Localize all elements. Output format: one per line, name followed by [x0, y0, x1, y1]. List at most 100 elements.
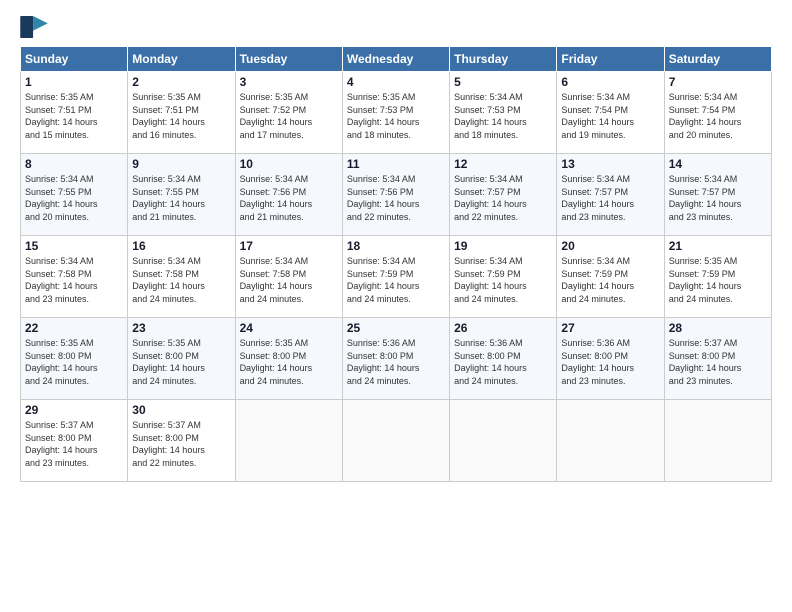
calendar-cell: 11 Sunrise: 5:34 AM Sunset: 7:56 PM Dayli…: [342, 154, 449, 236]
day-info: Sunrise: 5:35 AM Sunset: 7:59 PM Dayligh…: [669, 255, 767, 305]
calendar-cell: 18Sunrise: 5:34 AM Sunset: 7:59 PM Dayli…: [342, 236, 449, 318]
day-info: Sunrise: 5:34 AM Sunset: 7:59 PM Dayligh…: [561, 255, 659, 305]
day-info: Sunrise: 5:37 AM Sunset: 8:00 PM Dayligh…: [25, 419, 123, 469]
calendar-cell: 15 Sunrise: 5:34 AM Sunset: 7:58 PM Dayli…: [21, 236, 128, 318]
day-info: Sunrise: 5:35 AM Sunset: 8:00 PM Dayligh…: [240, 337, 338, 387]
day-info: Sunrise: 5:34 AM Sunset: 7:59 PM Dayligh…: [454, 255, 552, 305]
day-number: 21: [669, 239, 767, 253]
logo: [20, 16, 50, 38]
calendar-cell: [557, 400, 664, 482]
day-header-saturday: Saturday: [664, 47, 771, 72]
day-number: 26: [454, 321, 552, 335]
calendar-cell: 13 Sunrise: 5:34 AM Sunset: 7:57 PM Dayli…: [557, 154, 664, 236]
day-info: Sunrise: 5:36 AM Sunset: 8:00 PM Dayligh…: [347, 337, 445, 387]
day-info: Sunrise: 5:34 AM Sunset: 7:58 PM Dayligh…: [25, 255, 123, 305]
day-header-friday: Friday: [557, 47, 664, 72]
day-number: 9: [132, 157, 230, 171]
calendar-cell: 30 Sunrise: 5:37 AM Sunset: 8:00 PM Dayli…: [128, 400, 235, 482]
day-info: Sunrise: 5:37 AM Sunset: 8:00 PM Dayligh…: [132, 419, 230, 469]
calendar-cell: [342, 400, 449, 482]
day-number: 23: [132, 321, 230, 335]
day-number: 12: [454, 157, 552, 171]
calendar-cell: 19 Sunrise: 5:34 AM Sunset: 7:59 PM Dayli…: [450, 236, 557, 318]
day-header-thursday: Thursday: [450, 47, 557, 72]
day-info: Sunrise: 5:34 AM Sunset: 7:57 PM Dayligh…: [454, 173, 552, 223]
calendar-cell: 4 Sunrise: 5:35 AM Sunset: 7:53 PM Daylig…: [342, 72, 449, 154]
page: SundayMondayTuesdayWednesdayThursdayFrid…: [0, 0, 792, 612]
day-info: Sunrise: 5:35 AM Sunset: 8:00 PM Dayligh…: [25, 337, 123, 387]
day-number: 2: [132, 75, 230, 89]
day-number: 13: [561, 157, 659, 171]
day-info: Sunrise: 5:34 AM Sunset: 7:55 PM Dayligh…: [132, 173, 230, 223]
calendar-cell: [235, 400, 342, 482]
calendar-cell: 24 Sunrise: 5:35 AM Sunset: 8:00 PM Dayli…: [235, 318, 342, 400]
day-number: 4: [347, 75, 445, 89]
day-info: Sunrise: 5:36 AM Sunset: 8:00 PM Dayligh…: [454, 337, 552, 387]
day-number: 24: [240, 321, 338, 335]
calendar-cell: [450, 400, 557, 482]
calendar-week-2: 8 Sunrise: 5:34 AM Sunset: 7:55 PM Daylig…: [21, 154, 772, 236]
calendar-cell: 16Sunrise: 5:34 AM Sunset: 7:58 PM Dayli…: [128, 236, 235, 318]
calendar-cell: 14 Sunrise: 5:34 AM Sunset: 7:57 PM Dayli…: [664, 154, 771, 236]
calendar-cell: 2 Sunrise: 5:35 AM Sunset: 7:51 PM Daylig…: [128, 72, 235, 154]
day-number: 30: [132, 403, 230, 417]
calendar-cell: 6 Sunrise: 5:34 AM Sunset: 7:54 PM Daylig…: [557, 72, 664, 154]
calendar-cell: 7 Sunrise: 5:34 AM Sunset: 7:54 PM Daylig…: [664, 72, 771, 154]
day-number: 19: [454, 239, 552, 253]
day-number: 28: [669, 321, 767, 335]
day-number: 20: [561, 239, 659, 253]
day-info: Sunrise: 5:34 AM Sunset: 7:55 PM Dayligh…: [25, 173, 123, 223]
day-header-monday: Monday: [128, 47, 235, 72]
day-info: Sunrise: 5:34 AM Sunset: 7:57 PM Dayligh…: [669, 173, 767, 223]
day-info: Sunrise: 5:35 AM Sunset: 7:51 PM Dayligh…: [25, 91, 123, 141]
calendar-cell: 21 Sunrise: 5:35 AM Sunset: 7:59 PM Dayli…: [664, 236, 771, 318]
day-number: 7: [669, 75, 767, 89]
day-info: Sunrise: 5:34 AM Sunset: 7:58 PM Dayligh…: [240, 255, 338, 305]
day-info: Sunrise: 5:34 AM Sunset: 7:54 PM Dayligh…: [561, 91, 659, 141]
day-header-sunday: Sunday: [21, 47, 128, 72]
calendar-cell: 28 Sunrise: 5:37 AM Sunset: 8:00 PM Dayli…: [664, 318, 771, 400]
calendar-cell: 25 Sunrise: 5:36 AM Sunset: 8:00 PM Dayli…: [342, 318, 449, 400]
calendar-cell: 1 Sunrise: 5:35 AM Sunset: 7:51 PM Daylig…: [21, 72, 128, 154]
day-number: 17: [240, 239, 338, 253]
day-info: Sunrise: 5:34 AM Sunset: 7:56 PM Dayligh…: [347, 173, 445, 223]
day-number: 1: [25, 75, 123, 89]
calendar-cell: 29 Sunrise: 5:37 AM Sunset: 8:00 PM Dayli…: [21, 400, 128, 482]
calendar: SundayMondayTuesdayWednesdayThursdayFrid…: [20, 46, 772, 482]
calendar-cell: 27 Sunrise: 5:36 AM Sunset: 8:00 PM Dayli…: [557, 318, 664, 400]
day-number: 11: [347, 157, 445, 171]
day-number: 5: [454, 75, 552, 89]
calendar-cell: 10 Sunrise: 5:34 AM Sunset: 7:56 PM Dayli…: [235, 154, 342, 236]
day-number: 8: [25, 157, 123, 171]
day-info: Sunrise: 5:34 AM Sunset: 7:59 PM Dayligh…: [347, 255, 445, 305]
calendar-week-3: 15 Sunrise: 5:34 AM Sunset: 7:58 PM Dayli…: [21, 236, 772, 318]
calendar-cell: 17 Sunrise: 5:34 AM Sunset: 7:58 PM Dayli…: [235, 236, 342, 318]
day-info: Sunrise: 5:35 AM Sunset: 7:51 PM Dayligh…: [132, 91, 230, 141]
logo-icon: [20, 16, 48, 38]
day-info: Sunrise: 5:34 AM Sunset: 7:53 PM Dayligh…: [454, 91, 552, 141]
day-info: Sunrise: 5:34 AM Sunset: 7:56 PM Dayligh…: [240, 173, 338, 223]
day-number: 16: [132, 239, 230, 253]
day-info: Sunrise: 5:34 AM Sunset: 7:57 PM Dayligh…: [561, 173, 659, 223]
day-number: 14: [669, 157, 767, 171]
calendar-cell: 26 Sunrise: 5:36 AM Sunset: 8:00 PM Dayli…: [450, 318, 557, 400]
calendar-cell: [664, 400, 771, 482]
day-number: 6: [561, 75, 659, 89]
calendar-cell: 9 Sunrise: 5:34 AM Sunset: 7:55 PM Daylig…: [128, 154, 235, 236]
calendar-cell: 5 Sunrise: 5:34 AM Sunset: 7:53 PM Daylig…: [450, 72, 557, 154]
day-info: Sunrise: 5:35 AM Sunset: 7:53 PM Dayligh…: [347, 91, 445, 141]
day-info: Sunrise: 5:36 AM Sunset: 8:00 PM Dayligh…: [561, 337, 659, 387]
day-number: 3: [240, 75, 338, 89]
day-number: 15: [25, 239, 123, 253]
day-number: 29: [25, 403, 123, 417]
calendar-week-1: 1 Sunrise: 5:35 AM Sunset: 7:51 PM Daylig…: [21, 72, 772, 154]
day-info: Sunrise: 5:35 AM Sunset: 7:52 PM Dayligh…: [240, 91, 338, 141]
day-number: 27: [561, 321, 659, 335]
calendar-week-4: 22Sunrise: 5:35 AM Sunset: 8:00 PM Dayli…: [21, 318, 772, 400]
day-info: Sunrise: 5:37 AM Sunset: 8:00 PM Dayligh…: [669, 337, 767, 387]
calendar-cell: 20 Sunrise: 5:34 AM Sunset: 7:59 PM Dayli…: [557, 236, 664, 318]
day-number: 10: [240, 157, 338, 171]
calendar-cell: 23Sunrise: 5:35 AM Sunset: 8:00 PM Dayli…: [128, 318, 235, 400]
day-number: 25: [347, 321, 445, 335]
day-info: Sunrise: 5:34 AM Sunset: 7:54 PM Dayligh…: [669, 91, 767, 141]
